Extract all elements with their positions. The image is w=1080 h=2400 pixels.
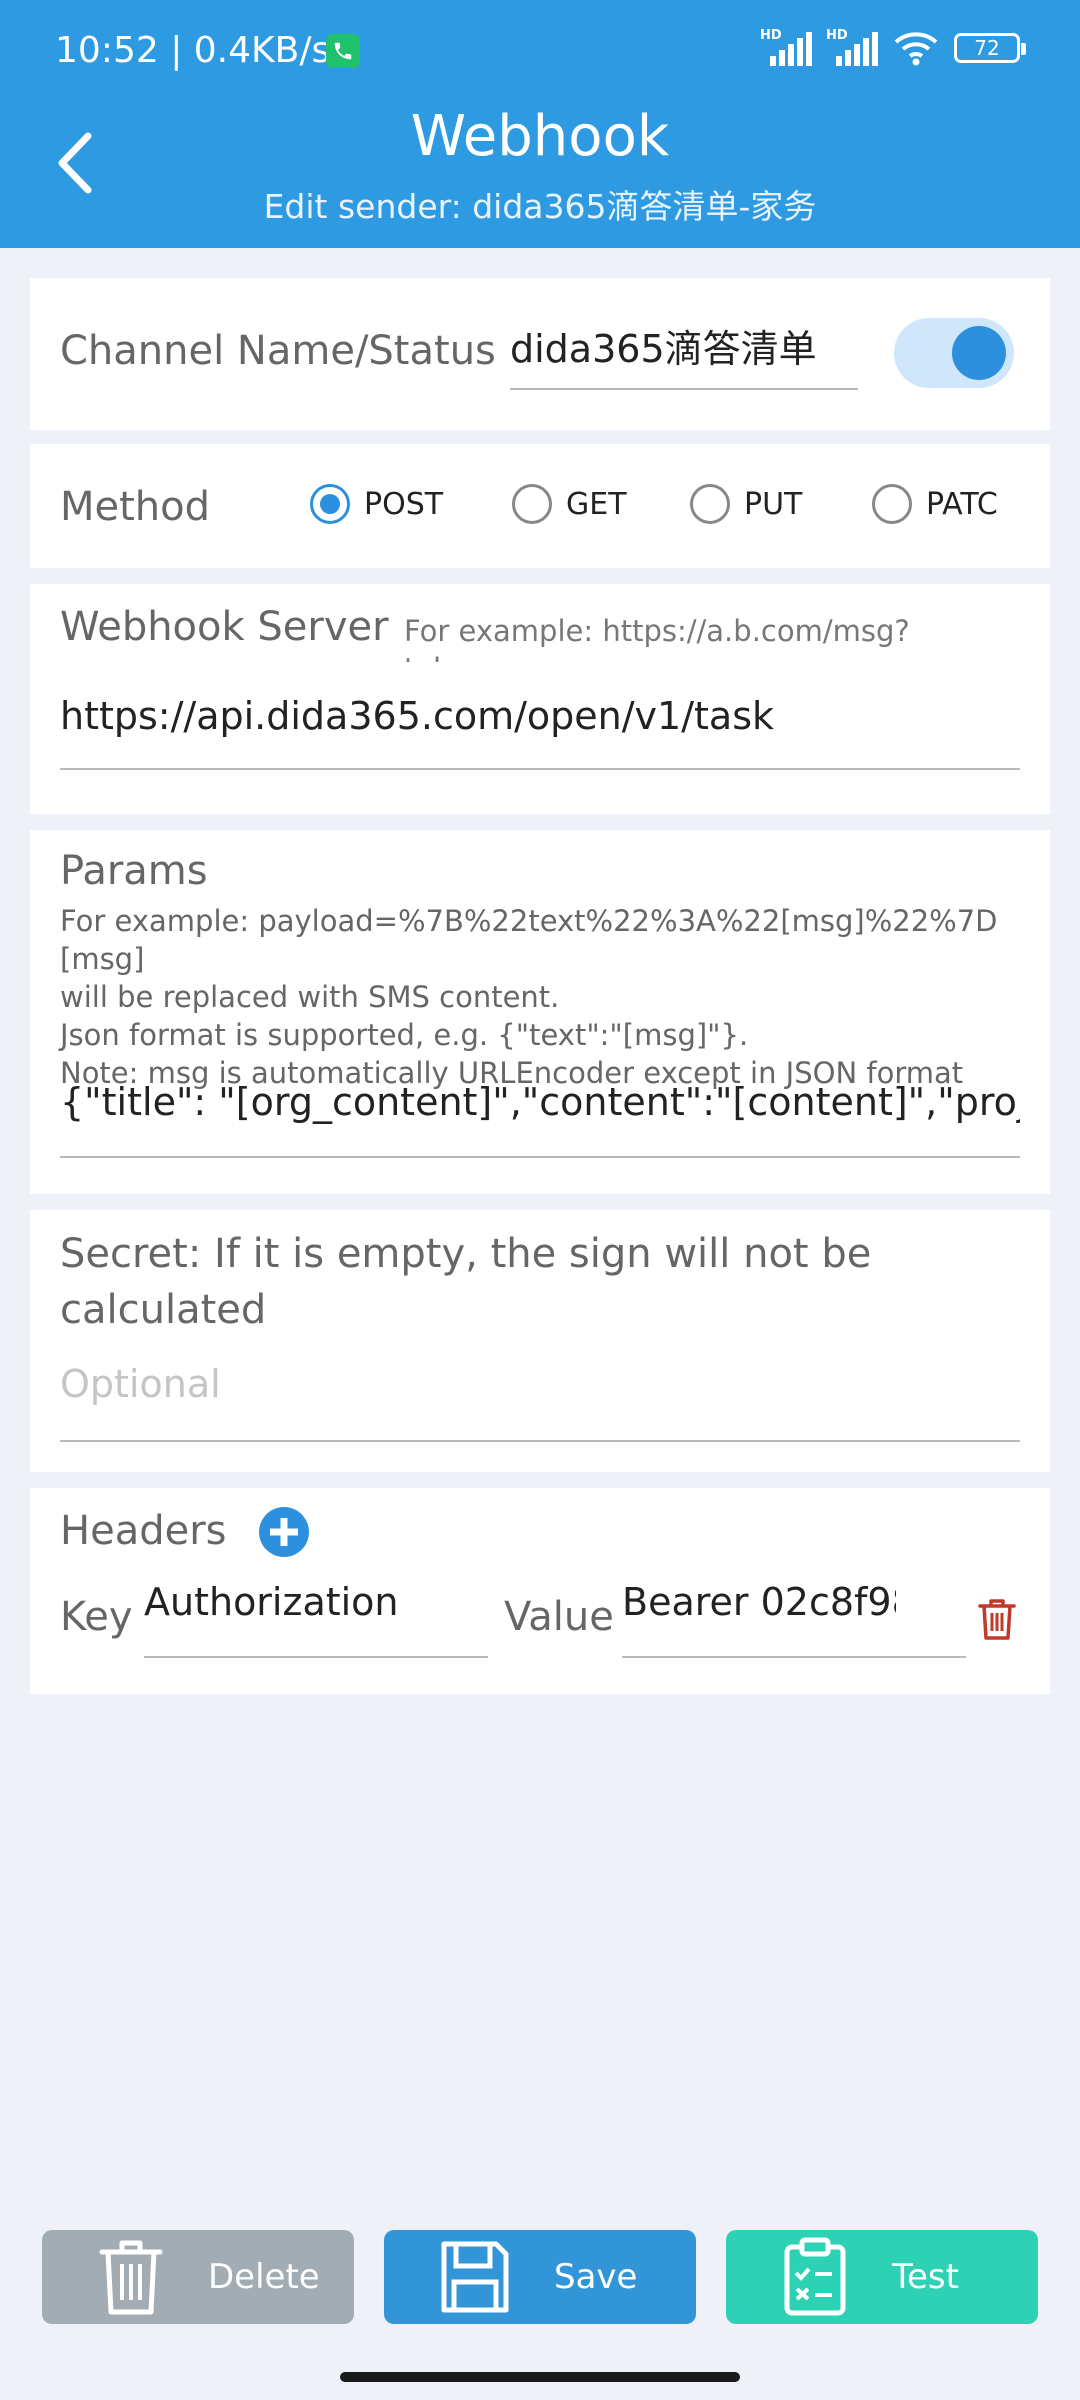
- params-input[interactable]: {"title": "[org_content]","content":"[co…: [60, 1080, 1020, 1162]
- radio-selected-icon: [310, 484, 350, 524]
- toggle-knob: [952, 326, 1006, 380]
- header-value-label: Value: [504, 1594, 614, 1640]
- params-hint: For example: payload=%7B%22text%22%3A%22…: [60, 904, 998, 1090]
- secret-card: Secret: If it is empty, the sign will no…: [30, 1210, 1050, 1472]
- status-time: 10:52 | 0.4KB/s: [55, 30, 331, 71]
- plus-circle-icon: [259, 1507, 309, 1557]
- server-card: Webhook Server For example: https://a.b.…: [30, 584, 1050, 814]
- test-button[interactable]: Test: [726, 2230, 1038, 2324]
- header-value-input[interactable]: Bearer 02c8f98: [622, 1580, 966, 1662]
- trash-icon: [99, 2240, 163, 2315]
- channel-card: Channel Name/Status dida365滴答清单: [30, 278, 1050, 430]
- channel-status-toggle[interactable]: [894, 318, 1014, 388]
- server-label: Webhook Server: [60, 604, 389, 650]
- channel-name-input[interactable]: dida365滴答清单: [510, 318, 858, 394]
- page-subtitle: Edit sender: dida365滴答清单-家务: [263, 187, 817, 226]
- header-key-input[interactable]: Authorization: [144, 1580, 488, 1662]
- add-header-button[interactable]: [258, 1506, 310, 1562]
- webhook-server-input[interactable]: https://api.dida365.com/open/v1/task: [60, 694, 1020, 774]
- wifi-icon: [894, 32, 938, 66]
- method-label: Method: [60, 484, 211, 530]
- method-option-post[interactable]: POST: [310, 484, 443, 524]
- radio-icon: [690, 484, 730, 524]
- method-option-put[interactable]: PUT: [690, 484, 802, 524]
- params-card: Params For example: payload=%7B%22text%2…: [30, 830, 1050, 1194]
- trash-icon: [978, 1599, 1016, 1640]
- app-header: 10:52 | 0.4KB/s HD HD 72 Webhook Edit se…: [0, 0, 1080, 248]
- radio-icon: [872, 484, 912, 524]
- server-example: For example: https://a.b.com/msg?token=x…: [404, 614, 910, 662]
- method-option-patch[interactable]: PATC: [872, 484, 998, 524]
- secret-input[interactable]: Optional: [60, 1362, 1020, 1446]
- method-card: Method POST GET PUT PATC: [30, 444, 1050, 568]
- delete-header-button[interactable]: [974, 1596, 1020, 1646]
- save-button[interactable]: Save: [384, 2230, 696, 2324]
- home-indicator[interactable]: [340, 2372, 740, 2382]
- phone-call-icon: [326, 34, 360, 68]
- method-option-get[interactable]: GET: [512, 484, 627, 524]
- params-label: Params: [60, 848, 208, 894]
- battery-icon: 72: [954, 33, 1026, 63]
- page-title: Webhook: [410, 104, 670, 169]
- headers-label: Headers: [60, 1508, 227, 1554]
- clipboard-check-icon: [784, 2237, 846, 2316]
- headers-card: Headers Key Authorization Value Bearer 0…: [30, 1488, 1050, 1694]
- secret-label: Secret: If it is empty, the sign will no…: [60, 1231, 872, 1333]
- status-icons: HD HD 72: [760, 28, 1026, 68]
- signal-icon-2: HD: [826, 28, 878, 68]
- radio-icon: [512, 484, 552, 524]
- delete-button[interactable]: Delete: [42, 2230, 354, 2324]
- channel-label: Channel Name/Status: [60, 328, 496, 374]
- signal-icon-1: HD: [760, 28, 812, 68]
- floppy-disk-icon: [441, 2241, 509, 2313]
- header-key-label: Key: [60, 1594, 133, 1640]
